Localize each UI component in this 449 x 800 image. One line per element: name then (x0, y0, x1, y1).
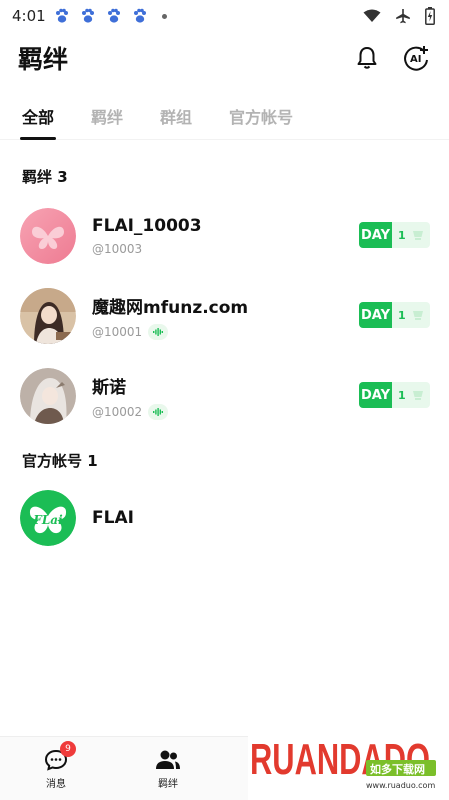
list-item[interactable]: FLai FLAI (0, 478, 449, 558)
streak-badge: DAY 1 (359, 382, 430, 408)
tab-bar: 全部 羁绊 群组 官方帐号 (0, 92, 449, 140)
watermark-logo: RUANDADO 如多下载网 www.ruaduo.com (248, 722, 449, 800)
nav-label: 羁绊 (158, 779, 178, 790)
avatar (20, 208, 76, 264)
contact-id: @10002 (92, 404, 143, 419)
contact-id: @10001 (92, 324, 143, 339)
streak-value: 1 (398, 228, 406, 242)
contact-name: 魔趣网mfunz.com (92, 297, 249, 318)
more-notifications-dot (161, 13, 167, 19)
status-time: 4:01 (12, 7, 46, 25)
airplane-icon (396, 9, 410, 24)
contact-name: 斯诺 (92, 377, 126, 398)
voice-icon (148, 323, 169, 340)
notifications-button[interactable] (353, 44, 381, 72)
ai-icon-text: AI (410, 54, 421, 65)
streak-value: 1 (398, 388, 406, 402)
streak-label: DAY (359, 382, 392, 408)
bell-icon (357, 47, 377, 69)
cup-icon (412, 390, 423, 400)
watermark-tagline: 如多下载网 (370, 762, 425, 776)
streak-label: DAY (359, 302, 392, 328)
avatar (20, 288, 76, 344)
streak-badge: DAY 1 (359, 302, 430, 328)
watermark-url: www.ruaduo.com (366, 781, 435, 790)
unread-badge: 9 (60, 741, 76, 757)
nav-messages[interactable]: 9 消息 (0, 737, 112, 800)
official-account-name: FLAI (92, 508, 134, 528)
paw-icon (81, 8, 94, 23)
ai-add-button[interactable]: AI (403, 44, 431, 72)
list-item[interactable]: FLAI_10003 @10003 DAY 1 (0, 196, 449, 276)
section-header-bonds: 羁绊 3 (22, 168, 68, 186)
flai-logo-avatar: FLai (20, 490, 76, 546)
list-item[interactable]: 斯诺 @10002 DAY 1 (0, 356, 449, 436)
nav-label: 消息 (46, 779, 66, 790)
cup-icon (412, 230, 423, 240)
tab-bonds[interactable]: 羁绊 (91, 92, 123, 140)
tab-all[interactable]: 全部 (19, 92, 57, 140)
page-title: 羁绊 (18, 45, 69, 74)
streak-label: DAY (359, 222, 392, 248)
avatar (20, 368, 76, 424)
section-header-official: 官方帐号 1 (22, 452, 98, 470)
streak-badge: DAY 1 (359, 222, 430, 248)
streak-value: 1 (398, 308, 406, 322)
contact-name: FLAI_10003 (92, 216, 202, 236)
paw-icon (133, 8, 146, 23)
tab-groups[interactable]: 群组 (160, 92, 192, 140)
cup-icon (412, 310, 423, 320)
tab-official-accounts[interactable]: 官方帐号 (229, 92, 293, 140)
watermark-brand: RUANDADO (250, 735, 430, 784)
list-item[interactable]: 魔趣网mfunz.com @10001 DAY 1 (0, 276, 449, 356)
contact-id: @10003 (92, 242, 143, 256)
paw-icon (107, 8, 120, 23)
status-bar: 4:01 (0, 0, 449, 32)
battery-icon (425, 7, 435, 25)
logo-text: FLai (32, 513, 63, 527)
voice-icon (148, 403, 169, 420)
app-header: 羁绊 AI (0, 32, 449, 84)
wifi-icon (363, 9, 381, 22)
nav-bonds[interactable]: 羁绊 (112, 737, 224, 800)
users-icon (156, 750, 180, 769)
paw-icon (55, 8, 68, 23)
ai-add-icon: AI (404, 46, 428, 71)
